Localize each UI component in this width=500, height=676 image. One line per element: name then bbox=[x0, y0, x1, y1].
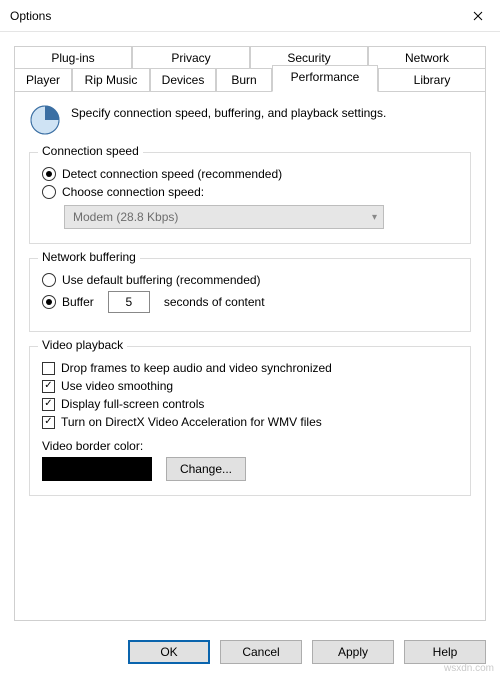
tab-performance[interactable]: Performance bbox=[272, 65, 378, 92]
tab-rip-music[interactable]: Rip Music bbox=[72, 68, 150, 92]
label-choose-speed: Choose connection speed: bbox=[62, 185, 204, 199]
label-buffer-suffix: seconds of content bbox=[164, 295, 265, 309]
cancel-button[interactable]: Cancel bbox=[220, 640, 302, 664]
check-directx-accel[interactable] bbox=[42, 416, 55, 429]
combo-connection-speed[interactable]: Modem (28.8 Kbps) ▾ bbox=[64, 205, 384, 229]
button-change-color[interactable]: Change... bbox=[166, 457, 246, 481]
tab-network[interactable]: Network bbox=[368, 46, 486, 69]
check-fullscreen-controls[interactable] bbox=[42, 398, 55, 411]
legend-buffering: Network buffering bbox=[38, 250, 140, 264]
radio-choose-speed[interactable] bbox=[42, 185, 56, 199]
label-fullscreen-controls: Display full-screen controls bbox=[61, 397, 204, 411]
check-drop-frames[interactable] bbox=[42, 362, 55, 375]
swatch-border-color bbox=[42, 457, 152, 481]
check-video-smoothing[interactable] bbox=[42, 380, 55, 393]
chevron-down-icon: ▾ bbox=[372, 212, 377, 223]
tab-plugins[interactable]: Plug-ins bbox=[14, 46, 132, 69]
tab-player[interactable]: Player bbox=[14, 68, 72, 92]
tab-panel-performance: Specify connection speed, buffering, and… bbox=[14, 91, 486, 621]
label-buffer: Buffer bbox=[62, 295, 94, 309]
titlebar: Options bbox=[0, 0, 500, 32]
label-video-smoothing: Use video smoothing bbox=[61, 379, 173, 393]
tab-strip: Plug-ins Privacy Security Network Player… bbox=[14, 46, 486, 621]
close-icon bbox=[473, 11, 483, 21]
apply-button[interactable]: Apply bbox=[312, 640, 394, 664]
label-directx-accel: Turn on DirectX Video Acceleration for W… bbox=[61, 415, 322, 429]
radio-buffer[interactable] bbox=[42, 295, 56, 309]
watermark: wsxdn.com bbox=[444, 663, 494, 674]
legend-video: Video playback bbox=[38, 338, 127, 352]
tab-burn[interactable]: Burn bbox=[216, 68, 272, 92]
close-button[interactable] bbox=[455, 0, 500, 32]
tab-privacy[interactable]: Privacy bbox=[132, 46, 250, 69]
group-video-playback: Video playback Drop frames to keep audio… bbox=[29, 346, 471, 496]
label-drop-frames: Drop frames to keep audio and video sync… bbox=[61, 361, 332, 375]
combo-value: Modem (28.8 Kbps) bbox=[73, 210, 178, 224]
ok-button[interactable]: OK bbox=[128, 640, 210, 664]
dialog-footer: OK Cancel Apply Help bbox=[128, 640, 486, 664]
label-detect-speed: Detect connection speed (recommended) bbox=[62, 167, 282, 181]
intro-text: Specify connection speed, buffering, and… bbox=[71, 104, 386, 120]
label-default-buffering: Use default buffering (recommended) bbox=[62, 273, 261, 287]
label-border-color: Video border color: bbox=[42, 439, 458, 453]
radio-default-buffering[interactable] bbox=[42, 273, 56, 287]
tab-library[interactable]: Library bbox=[378, 68, 486, 92]
radio-detect-speed[interactable] bbox=[42, 167, 56, 181]
performance-icon bbox=[29, 104, 61, 136]
window-title: Options bbox=[10, 9, 455, 23]
legend-connection: Connection speed bbox=[38, 144, 143, 158]
help-button[interactable]: Help bbox=[404, 640, 486, 664]
input-buffer-seconds[interactable]: 5 bbox=[108, 291, 150, 313]
group-connection-speed: Connection speed Detect connection speed… bbox=[29, 152, 471, 244]
tab-devices[interactable]: Devices bbox=[150, 68, 216, 92]
group-network-buffering: Network buffering Use default buffering … bbox=[29, 258, 471, 332]
